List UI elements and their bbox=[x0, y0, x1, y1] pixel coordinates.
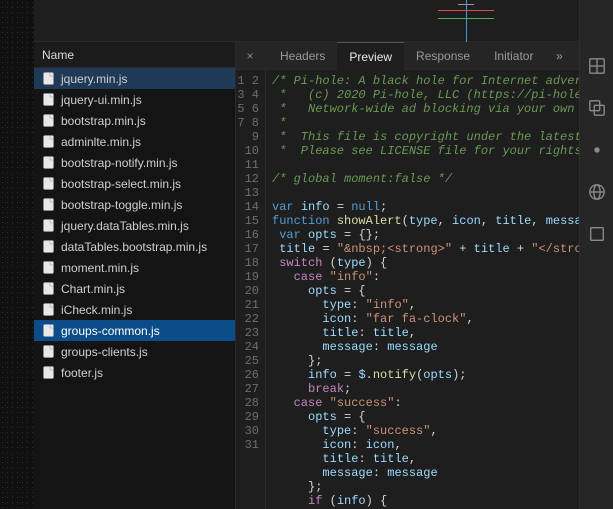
file-item[interactable]: jquery-ui.min.js bbox=[34, 89, 235, 110]
tab-overflow-button[interactable]: » bbox=[547, 49, 571, 63]
source-code-view[interactable]: /* Pi-hole: A black hole for Internet ad… bbox=[266, 70, 613, 509]
file-icon bbox=[42, 114, 55, 127]
body-row: Name jquery.min.js jquery-ui.min.js bootst… bbox=[34, 42, 613, 509]
file-item[interactable]: adminlte.min.js bbox=[34, 131, 235, 152]
file-list: jquery.min.js jquery-ui.min.js bootstrap.m… bbox=[34, 68, 235, 509]
file-icon bbox=[42, 324, 55, 337]
file-list-panel: Name jquery.min.js jquery-ui.min.js bootst… bbox=[34, 42, 236, 509]
right-tool-rail bbox=[579, 0, 613, 509]
timeline-marker bbox=[428, 0, 508, 42]
file-item-label: jquery-ui.min.js bbox=[61, 93, 142, 107]
file-list-header[interactable]: Name bbox=[34, 42, 235, 68]
left-decorative-gutter bbox=[0, 0, 34, 509]
source-panel: × HeadersPreviewResponseInitiator » 1 2 … bbox=[236, 42, 613, 509]
file-icon bbox=[42, 156, 55, 169]
globe-icon[interactable] bbox=[587, 182, 607, 202]
dot-icon[interactable] bbox=[587, 140, 607, 160]
file-item-label: bootstrap-toggle.min.js bbox=[61, 198, 182, 212]
overlap-icon[interactable] bbox=[587, 98, 607, 118]
file-icon bbox=[42, 135, 55, 148]
file-icon bbox=[42, 303, 55, 316]
file-item[interactable]: Chart.min.js bbox=[34, 278, 235, 299]
file-icon bbox=[42, 345, 55, 358]
file-item-label: Chart.min.js bbox=[61, 282, 125, 296]
devtools-stage: Name jquery.min.js jquery-ui.min.js bootst… bbox=[34, 0, 613, 509]
file-item-label: bootstrap.min.js bbox=[61, 114, 146, 128]
file-item-label: jquery.min.js bbox=[61, 72, 127, 86]
file-item[interactable]: bootstrap.min.js bbox=[34, 110, 235, 131]
file-item[interactable]: footer.js bbox=[34, 362, 235, 383]
file-item-label: groups-clients.js bbox=[61, 345, 148, 359]
file-icon bbox=[42, 198, 55, 211]
box-icon[interactable] bbox=[587, 224, 607, 244]
file-icon bbox=[42, 219, 55, 232]
file-item[interactable]: bootstrap-notify.min.js bbox=[34, 152, 235, 173]
file-item[interactable]: jquery.min.js bbox=[34, 68, 235, 89]
file-item-label: groups-common.js bbox=[61, 324, 160, 338]
tab-bar: × HeadersPreviewResponseInitiator » bbox=[236, 42, 613, 70]
file-item[interactable]: groups-clients.js bbox=[34, 341, 235, 362]
file-icon bbox=[42, 261, 55, 274]
file-icon bbox=[42, 93, 55, 106]
file-item[interactable]: iCheck.min.js bbox=[34, 299, 235, 320]
file-item-label: jquery.dataTables.min.js bbox=[61, 219, 189, 233]
tab-initiator[interactable]: Initiator bbox=[482, 42, 545, 70]
file-icon bbox=[42, 366, 55, 379]
file-item-label: dataTables.bootstrap.min.js bbox=[61, 240, 207, 254]
file-item-label: iCheck.min.js bbox=[61, 303, 132, 317]
timeline-strip bbox=[34, 0, 613, 42]
file-item-label: bootstrap-select.min.js bbox=[61, 177, 181, 191]
tab-preview[interactable]: Preview bbox=[337, 42, 404, 70]
code-area: 1 2 3 4 5 6 7 8 9 10 11 12 13 14 15 16 1… bbox=[236, 70, 613, 509]
file-icon bbox=[42, 72, 55, 85]
file-item-label: moment.min.js bbox=[61, 261, 139, 275]
file-item-label: bootstrap-notify.min.js bbox=[61, 156, 178, 170]
file-item[interactable]: jquery.dataTables.min.js bbox=[34, 215, 235, 236]
line-number-gutter: 1 2 3 4 5 6 7 8 9 10 11 12 13 14 15 16 1… bbox=[236, 70, 266, 509]
file-icon bbox=[42, 240, 55, 253]
file-icon bbox=[42, 282, 55, 295]
file-item[interactable]: dataTables.bootstrap.min.js bbox=[34, 236, 235, 257]
grid-icon[interactable] bbox=[587, 56, 607, 76]
file-item[interactable]: moment.min.js bbox=[34, 257, 235, 278]
file-item-label: adminlte.min.js bbox=[61, 135, 141, 149]
tab-response[interactable]: Response bbox=[404, 42, 482, 70]
file-item[interactable]: bootstrap-select.min.js bbox=[34, 173, 235, 194]
close-icon[interactable]: × bbox=[240, 46, 260, 66]
file-item-label: footer.js bbox=[61, 366, 103, 380]
tab-headers[interactable]: Headers bbox=[268, 42, 337, 70]
file-item[interactable]: bootstrap-toggle.min.js bbox=[34, 194, 235, 215]
file-icon bbox=[42, 177, 55, 190]
file-item[interactable]: groups-common.js bbox=[34, 320, 235, 341]
